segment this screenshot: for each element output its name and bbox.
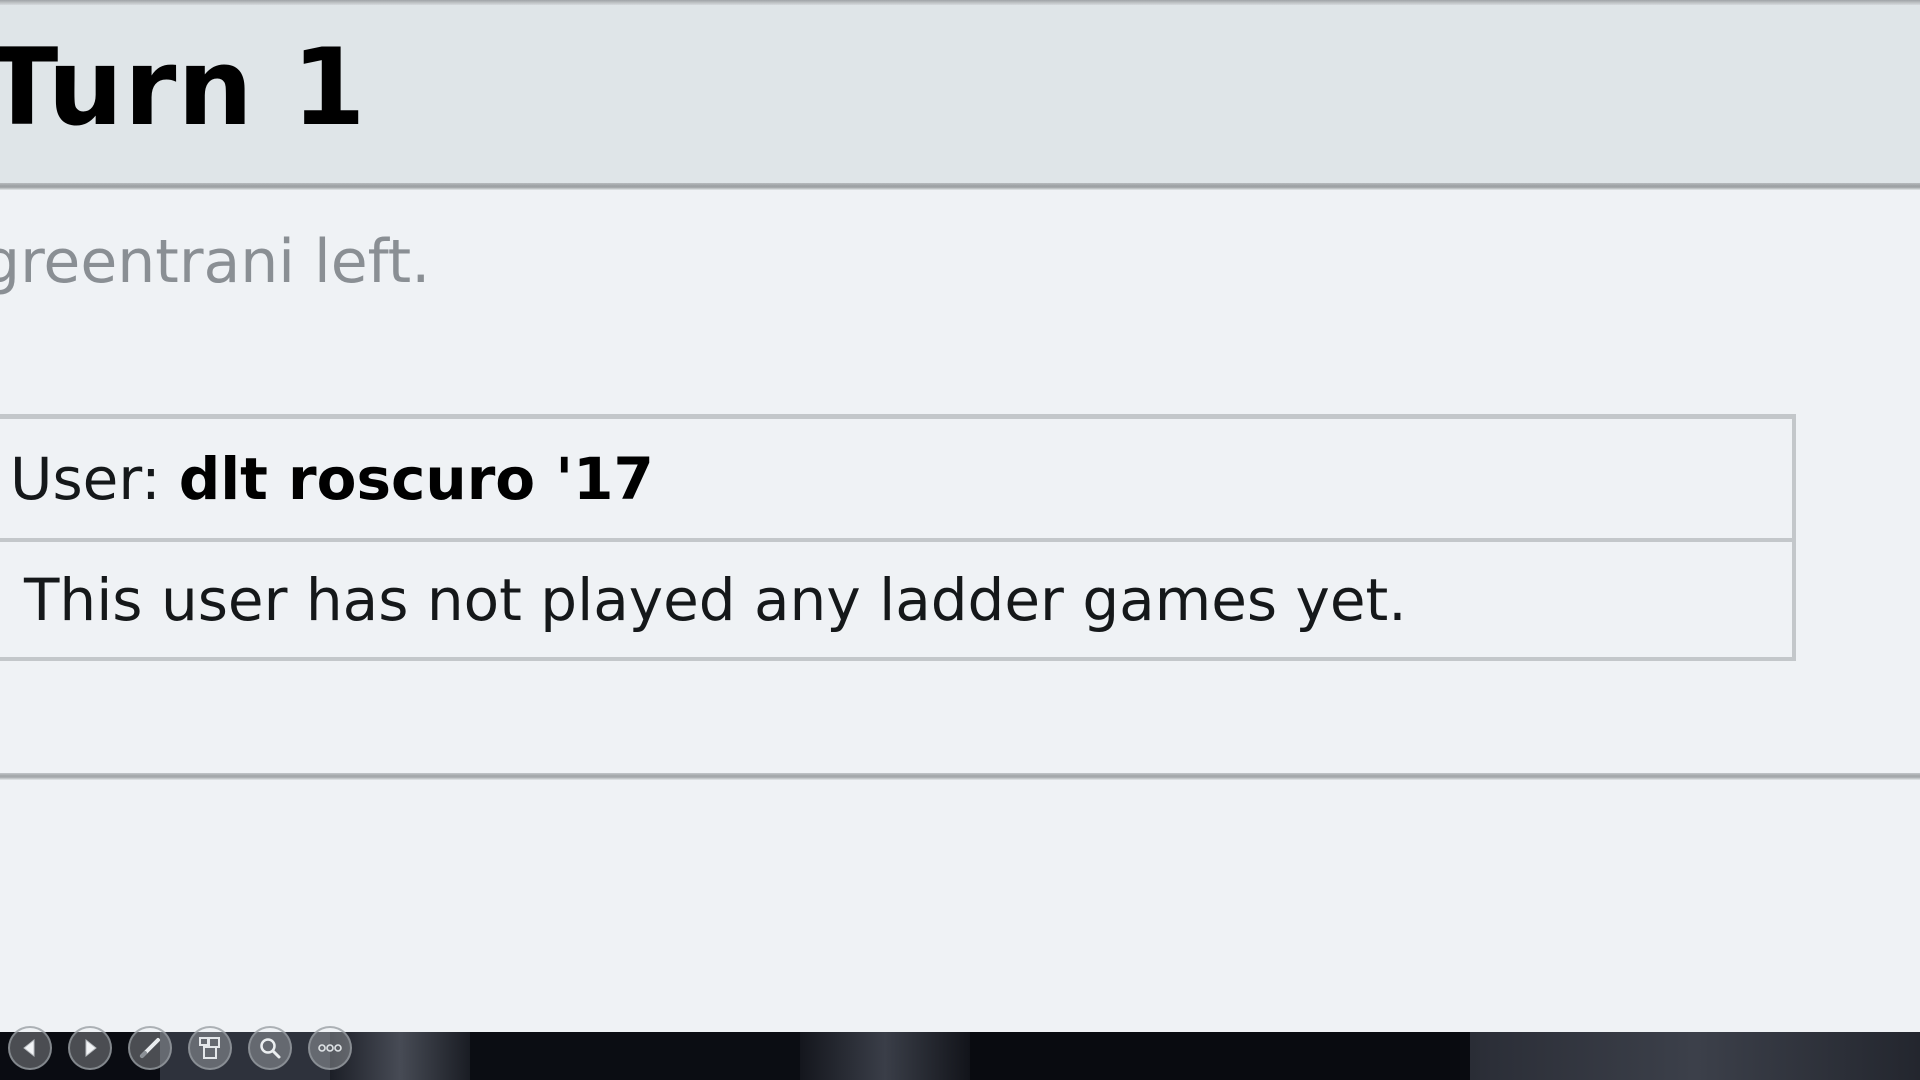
ladder-status-text: This user has not played any ladder game… (24, 565, 1407, 634)
strip-segment (800, 1032, 970, 1080)
turn-header-bar: Turn 1 (0, 5, 1920, 183)
user-label: User: (10, 444, 161, 513)
chat-leave-message: greentrani left. (0, 227, 431, 297)
more-button[interactable] (308, 1026, 352, 1070)
strip-segment (470, 1032, 800, 1080)
markup-button[interactable] (128, 1026, 172, 1070)
turn-label: Turn 1 (0, 26, 367, 149)
browser-toolbar (8, 1026, 352, 1070)
tabs-button[interactable] (188, 1026, 232, 1070)
more-icon (317, 1042, 343, 1054)
strip-segment (1470, 1032, 1920, 1080)
forward-button[interactable] (68, 1026, 112, 1070)
forward-icon (79, 1037, 101, 1059)
back-button[interactable] (8, 1026, 52, 1070)
turn-header-divider (0, 183, 1920, 190)
user-info-ladder-row: This user has not played any ladder game… (0, 538, 1792, 657)
chat-input-row: DLT Roscuro (use arrow keys) Cal Pokemon (0, 780, 1920, 1032)
back-icon (19, 1037, 41, 1059)
user-info-name-row: User: dlt roscuro '17 (0, 419, 1792, 538)
strip-segment (970, 1032, 1470, 1080)
pencil-icon (138, 1036, 162, 1060)
user-info-popup[interactable]: User: dlt roscuro '17 This user has not … (0, 414, 1796, 661)
tabs-icon (197, 1035, 223, 1061)
search-button[interactable] (248, 1026, 292, 1070)
search-icon (258, 1036, 282, 1060)
user-name-value[interactable]: dlt roscuro '17 (179, 445, 654, 513)
app-root: Turn 1 greentrani left. User: dlt roscur… (0, 0, 1920, 1080)
chat-input-divider (0, 773, 1920, 780)
